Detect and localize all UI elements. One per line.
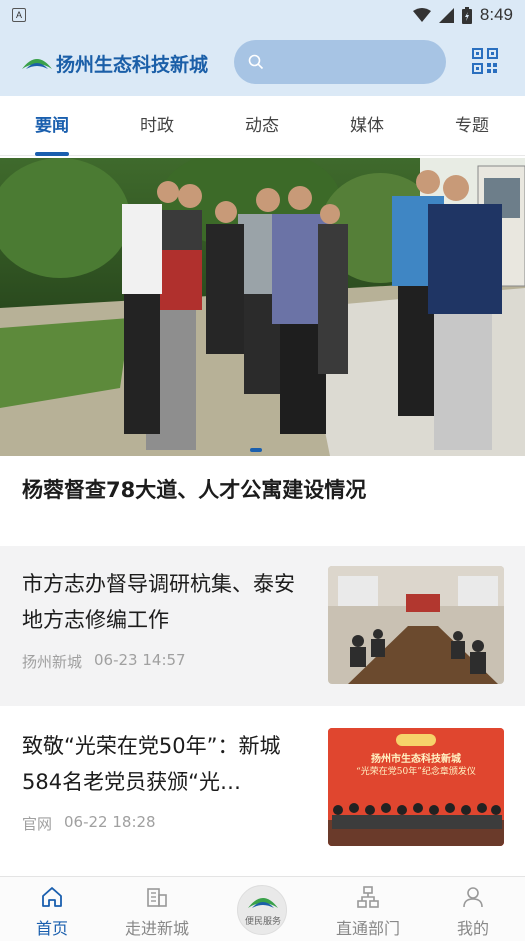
logo-leaf-icon [22, 59, 52, 69]
status-indicators: 8:49 [412, 5, 513, 25]
signal-icon [438, 7, 454, 23]
news-item[interactable]: 致敬“光荣在党50年”：新城584名老党员获颁“光… 官网 06-22 18:2… [0, 708, 525, 868]
news-item[interactable]: 市方志办督导调研杭集、泰安地方志修编工作 扬州新城 06-23 14:57 [0, 546, 525, 706]
thumb-banner-line1: 扬州市生态科技新城 [371, 754, 461, 765]
tab-topics[interactable]: 专题 [432, 96, 512, 156]
nav-label: 走进新城 [124, 919, 189, 938]
status-time: 8:49 [479, 5, 513, 24]
app-header: 扬州生态科技新城 [0, 30, 525, 96]
nav-label: 直通部门 [335, 919, 400, 938]
logo-text: 扬州生态科技新城 [56, 53, 209, 76]
qr-code-icon[interactable] [472, 48, 498, 74]
news-title: 致敬“光荣在党50年”：新城584名老党员获颁“光… [22, 734, 281, 794]
thumb-banner-line2: “光荣在党50年”纪念章颁发仪 [356, 767, 476, 777]
news-source: 官网 [22, 815, 53, 833]
status-bar: A 8:49 [0, 0, 525, 30]
bottom-navigation: 首页 走进新城 便民服务 直通部门 我的 [0, 876, 525, 941]
nav-service[interactable]: 便民服务 [237, 885, 287, 935]
tab-media[interactable]: 媒体 [327, 96, 407, 156]
org-chart-icon [357, 886, 379, 908]
service-logo-icon [248, 898, 278, 908]
nav-label: 我的 [456, 919, 489, 938]
carousel-indicator [250, 448, 262, 452]
news-thumbnail [328, 566, 504, 684]
thumb-emblem [396, 734, 436, 746]
news-thumbnail: 扬州市生态科技新城 “光荣在党50年”纪念章颁发仪 [328, 728, 504, 846]
nav-label: 便民服务 [244, 917, 281, 927]
nav-profile[interactable]: 我的 [423, 877, 523, 941]
person-icon [463, 887, 483, 908]
tab-politics[interactable]: 时政 [117, 96, 197, 156]
category-tabs: 要闻 时政 动态 媒体 专题 [0, 96, 525, 156]
search-icon [248, 54, 264, 70]
news-title: 市方志办督导调研杭集、泰安地方志修编工作 [22, 572, 295, 632]
nav-explore[interactable]: 走进新城 [107, 877, 207, 941]
home-icon [42, 887, 62, 907]
hero-headline[interactable]: 杨蓉督查78大道、人才公寓建设情况 [22, 474, 512, 504]
app-logo[interactable]: 扬州生态科技新城 [22, 50, 208, 77]
notification-icon: A [12, 8, 26, 22]
news-meta: 扬州新城 06-23 14:57 [22, 651, 186, 672]
news-meta: 官网 06-22 18:28 [22, 813, 156, 834]
active-tab-indicator [35, 152, 69, 156]
news-time: 06-23 14:57 [94, 651, 186, 669]
battery-icon [461, 6, 472, 24]
wifi-icon [412, 7, 431, 22]
tab-updates[interactable]: 动态 [222, 96, 302, 156]
building-icon [147, 888, 167, 907]
nav-departments[interactable]: 直通部门 [318, 877, 418, 941]
news-time: 06-22 18:28 [64, 813, 156, 831]
hero-image[interactable] [0, 158, 525, 456]
nav-home[interactable]: 首页 [2, 877, 102, 941]
app-page: A 8:49 扬州生态科技新城 要闻 时政 动态 媒体 专题 杨蓉督查78大道、… [0, 0, 525, 941]
news-source: 扬州新城 [22, 653, 83, 671]
hero-photo [0, 158, 525, 456]
nav-label: 首页 [35, 919, 68, 938]
thumb-crowd [328, 803, 504, 846]
tab-headlines[interactable]: 要闻 [12, 96, 92, 156]
search-input[interactable] [234, 40, 446, 84]
